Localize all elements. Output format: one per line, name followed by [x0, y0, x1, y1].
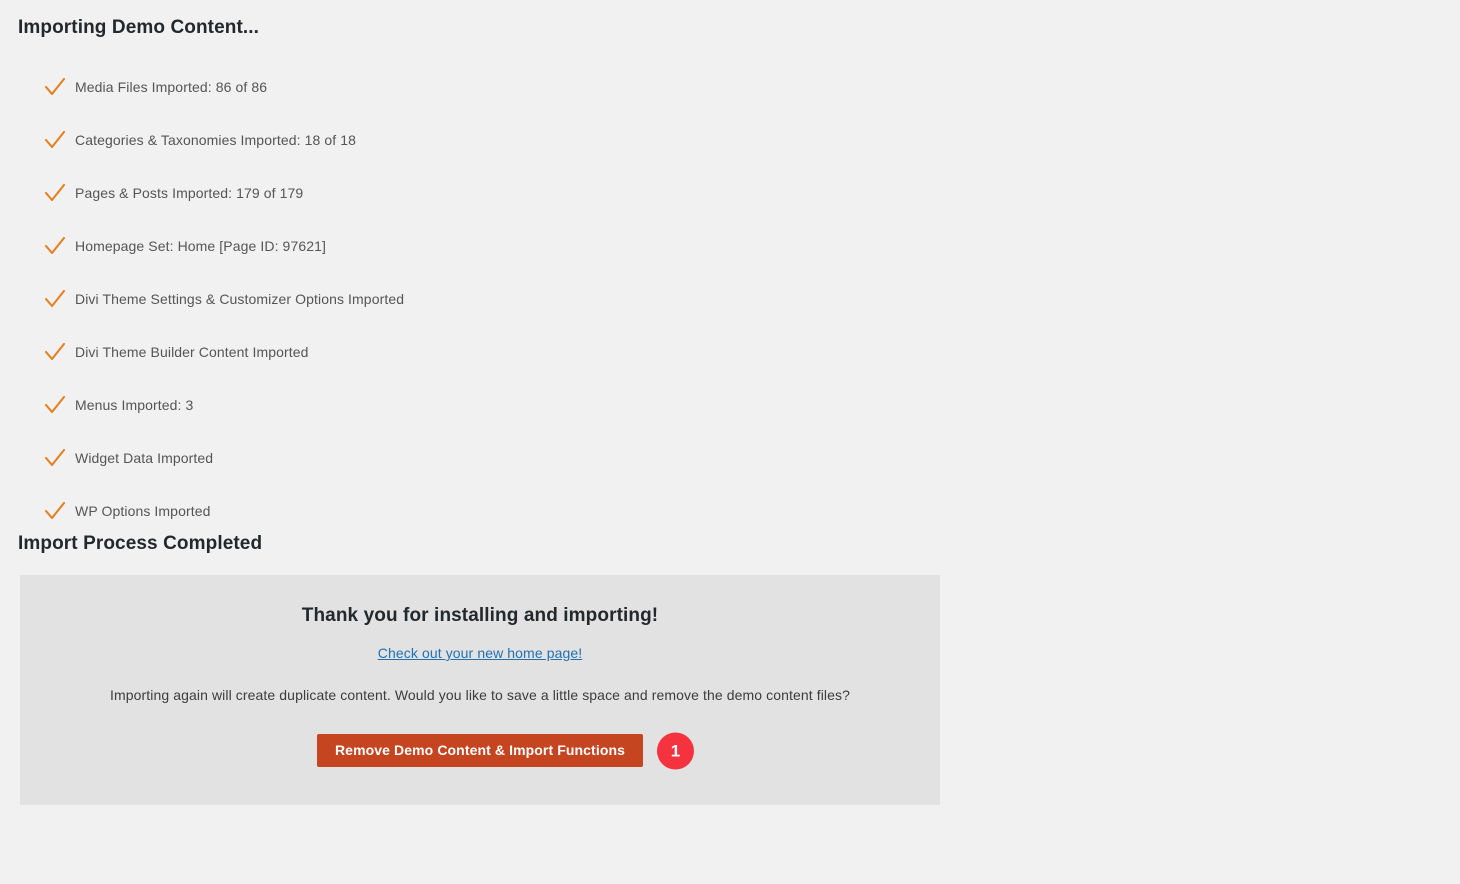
- import-demo-content-page: Importing Demo Content... Media Files Im…: [0, 0, 1460, 884]
- duplicate-content-notice: Importing again will create duplicate co…: [109, 687, 851, 703]
- list-item-label: Media Files Imported: 86 of 86: [75, 78, 268, 95]
- check-icon: [44, 394, 66, 416]
- completion-panel: Thank you for installing and importing! …: [20, 575, 940, 805]
- list-item: Categories & Taxonomies Imported: 18 of …: [0, 113, 940, 166]
- check-icon: [44, 182, 66, 204]
- list-item-label: Homepage Set: Home [Page ID: 97621]: [75, 237, 326, 254]
- home-link-row: Check out your new home page!: [20, 629, 940, 663]
- import-completed-title: Import Process Completed: [18, 533, 263, 554]
- list-item-label: Divi Theme Settings & Customizer Options…: [75, 290, 405, 307]
- list-item: Divi Theme Settings & Customizer Options…: [0, 272, 940, 325]
- check-icon: [44, 288, 66, 310]
- list-item-label: Pages & Posts Imported: 179 of 179: [75, 184, 304, 201]
- list-item: Widget Data Imported: [0, 431, 940, 484]
- check-icon: [44, 447, 66, 469]
- list-item: Divi Theme Builder Content Imported: [0, 325, 940, 378]
- list-item: Menus Imported: 3: [0, 378, 940, 431]
- list-item-label: Menus Imported: 3: [75, 396, 194, 413]
- page-title: Importing Demo Content...: [18, 17, 260, 38]
- check-icon: [44, 129, 66, 151]
- list-item-label: WP Options Imported: [75, 502, 211, 519]
- list-item-label: Divi Theme Builder Content Imported: [75, 343, 309, 360]
- remove-demo-content-button[interactable]: Remove Demo Content & Import Functions: [316, 734, 644, 767]
- thank-you-heading: Thank you for installing and importing!: [301, 605, 659, 626]
- check-icon: [44, 76, 66, 98]
- import-progress-list: Media Files Imported: 86 of 86 Categorie…: [0, 60, 940, 537]
- check-icon: [44, 500, 66, 522]
- list-item: Pages & Posts Imported: 179 of 179: [0, 166, 940, 219]
- list-item: Homepage Set: Home [Page ID: 97621]: [0, 219, 940, 272]
- check-icon: [44, 341, 66, 363]
- list-item: Media Files Imported: 86 of 86: [0, 60, 940, 113]
- action-row: Remove Demo Content & Import Functions 1: [20, 732, 940, 769]
- check-home-page-link[interactable]: Check out your new home page!: [378, 645, 582, 661]
- list-item-label: Categories & Taxonomies Imported: 18 of …: [75, 131, 356, 148]
- check-icon: [44, 235, 66, 257]
- list-item-label: Widget Data Imported: [75, 449, 214, 466]
- step-badge: 1: [657, 732, 694, 769]
- list-item: WP Options Imported: [0, 484, 940, 537]
